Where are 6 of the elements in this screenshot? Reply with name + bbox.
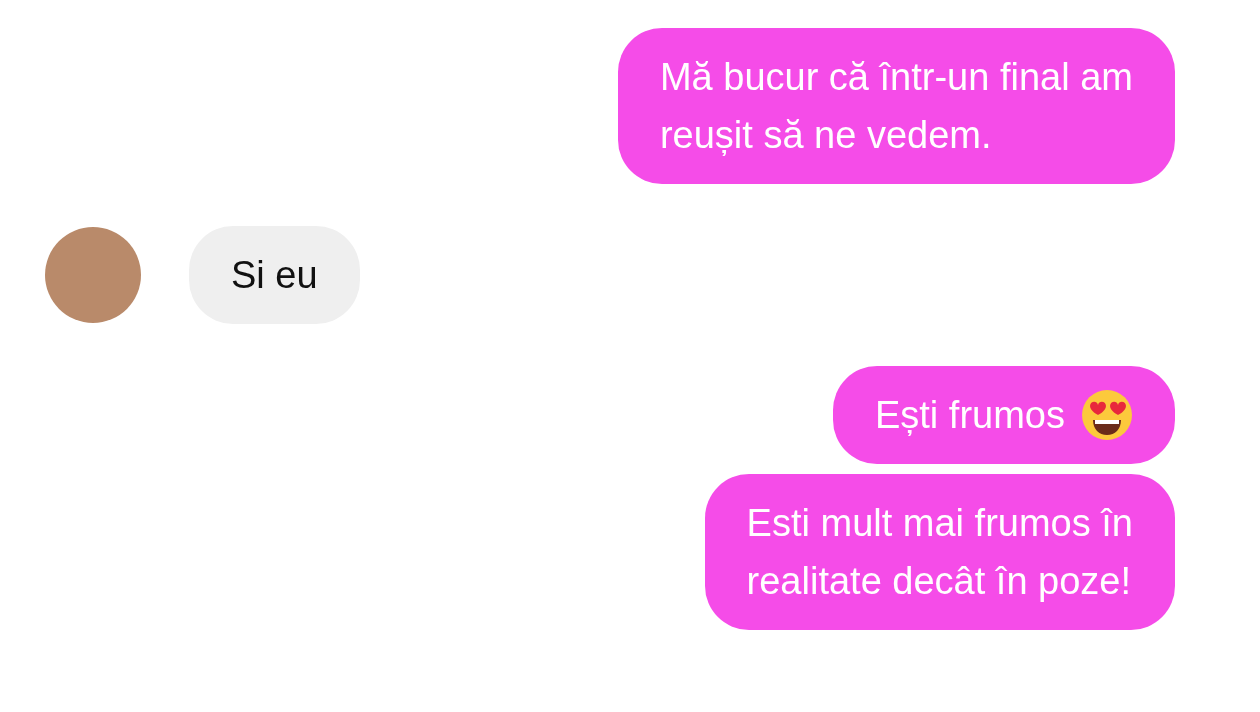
message-text: Ești frumos <box>874 393 1065 438</box>
message-text: Mă bucur că într-un final am <box>659 55 1133 100</box>
message-text: Esti mult mai frumos în <box>746 501 1133 546</box>
message-text: reușit să ne vedem. <box>659 113 992 158</box>
message-text: Si eu <box>231 253 318 298</box>
message-text: realitate decât în poze! <box>746 559 1132 604</box>
